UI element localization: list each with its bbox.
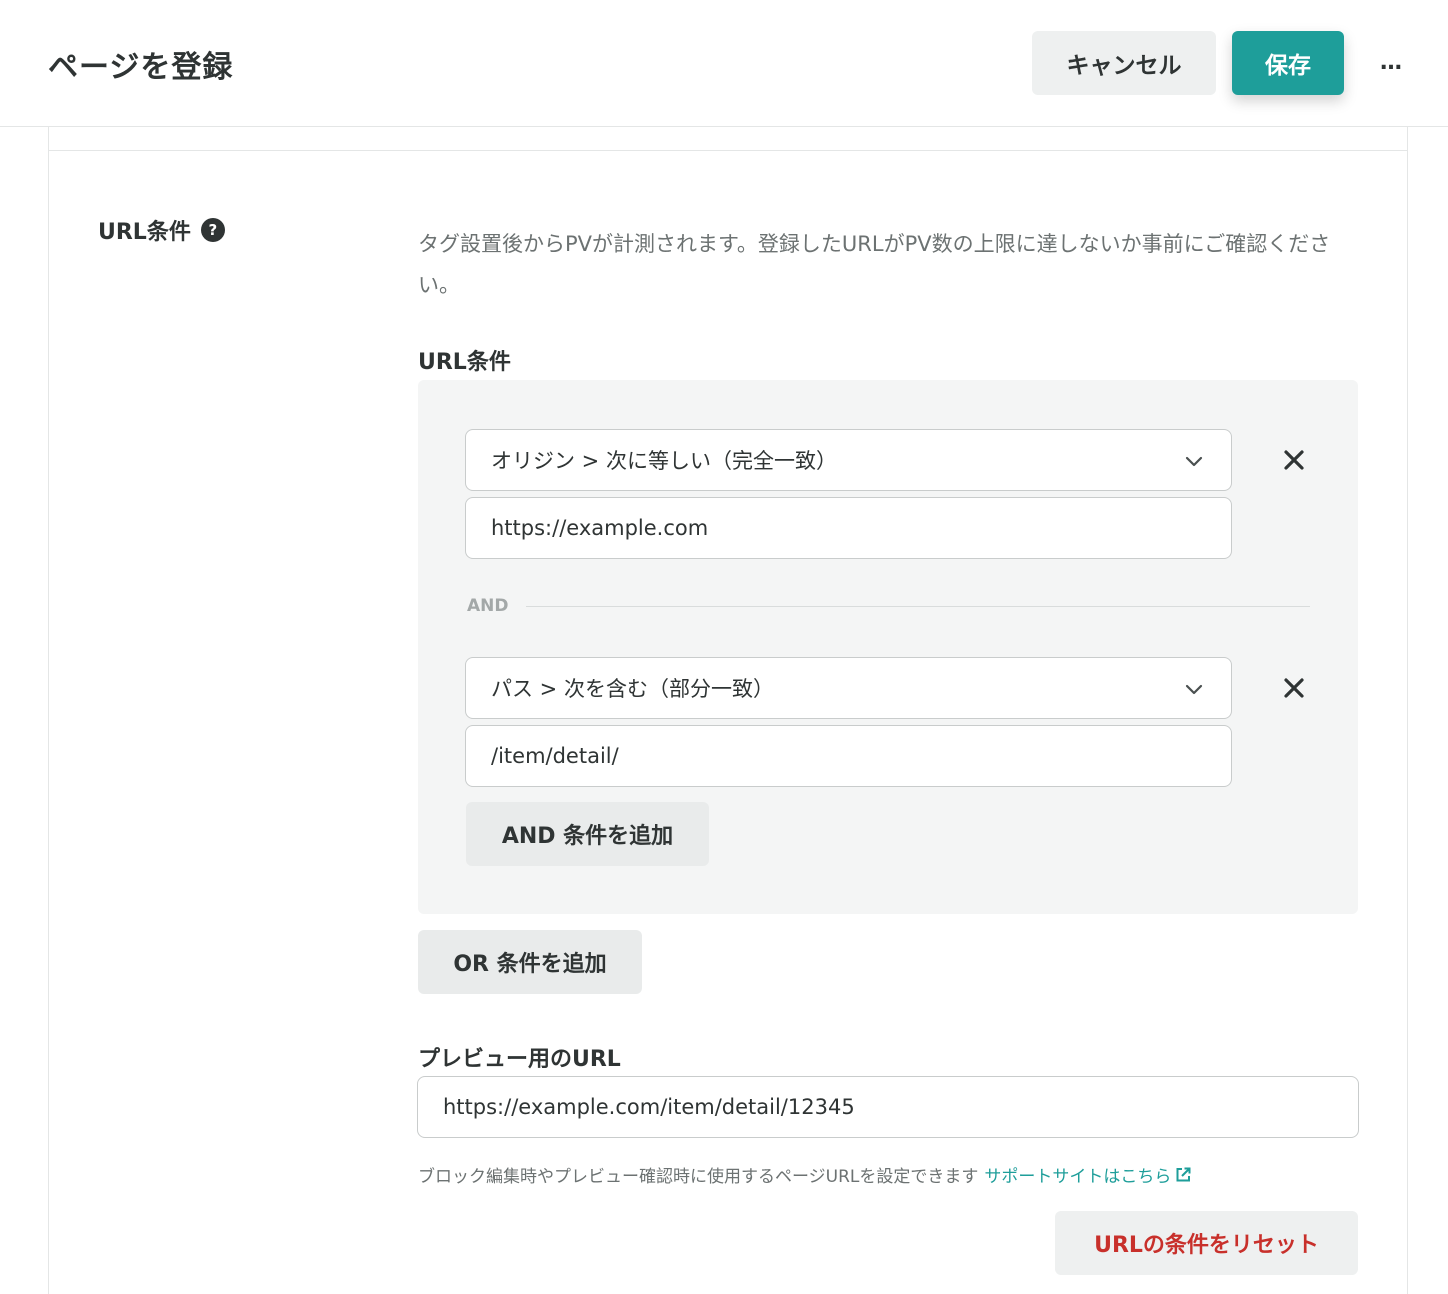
condition-type-select[interactable]: パス > 次を含む（部分一致） (465, 657, 1232, 719)
page-header: ページを登録 キャンセル 保存 … (0, 0, 1448, 127)
condition-type-value: オリジン > 次に等しい（完全一致） (491, 449, 837, 473)
divider (48, 150, 1408, 151)
more-options-icon[interactable]: … (1376, 42, 1406, 82)
help-icon[interactable]: ? (200, 218, 225, 242)
url-section-label-text: URL条件 (98, 220, 191, 245)
external-link-icon (1176, 1167, 1191, 1181)
url-description: タグ設置後からPVが計測されます。登録したURLがPV数の上限に達しないか事前に… (418, 232, 1331, 297)
preview-url-label: プレビュー用のURL (418, 1047, 621, 1072)
support-site-link[interactable]: サポートサイトはこちら (984, 1162, 1192, 1187)
condition-type-select[interactable]: オリジン > 次に等しい（完全一致） (465, 429, 1232, 491)
save-button[interactable]: 保存 (1232, 31, 1344, 95)
cancel-button[interactable]: キャンセル (1032, 31, 1216, 95)
and-separator-line (526, 606, 1310, 607)
url-section-label: URL条件 ? (98, 214, 225, 246)
preview-help-text: ブロック編集時やプレビュー確認時に使用するページURLを設定できます サポートサ… (418, 1162, 1192, 1187)
page-title: ページを登録 (48, 50, 234, 85)
remove-condition-icon[interactable] (1280, 674, 1308, 702)
condition-value-input[interactable]: https://example.com (465, 497, 1232, 559)
add-and-condition-button[interactable]: AND 条件を追加 (466, 802, 709, 866)
remove-condition-icon[interactable] (1280, 446, 1308, 474)
preview-help-text-content: ブロック編集時やプレビュー確認時に使用するページURLを設定できます (418, 1167, 979, 1187)
chevron-down-icon (1185, 684, 1203, 695)
and-separator-label: AND (467, 596, 509, 616)
reset-url-conditions-button[interactable]: URLの条件をリセット (1055, 1211, 1358, 1275)
condition-type-value: パス > 次を含む（部分一致） (491, 677, 774, 701)
condition-value-input[interactable]: /item/detail/ (465, 725, 1232, 787)
add-or-condition-button[interactable]: OR 条件を追加 (418, 930, 642, 994)
preview-url-input[interactable]: https://example.com/item/detail/12345 (417, 1076, 1359, 1138)
support-site-link-text[interactable]: サポートサイトはこちら (984, 1162, 1171, 1187)
url-conditions-label: URL条件 (418, 350, 511, 375)
chevron-down-icon (1185, 456, 1203, 467)
